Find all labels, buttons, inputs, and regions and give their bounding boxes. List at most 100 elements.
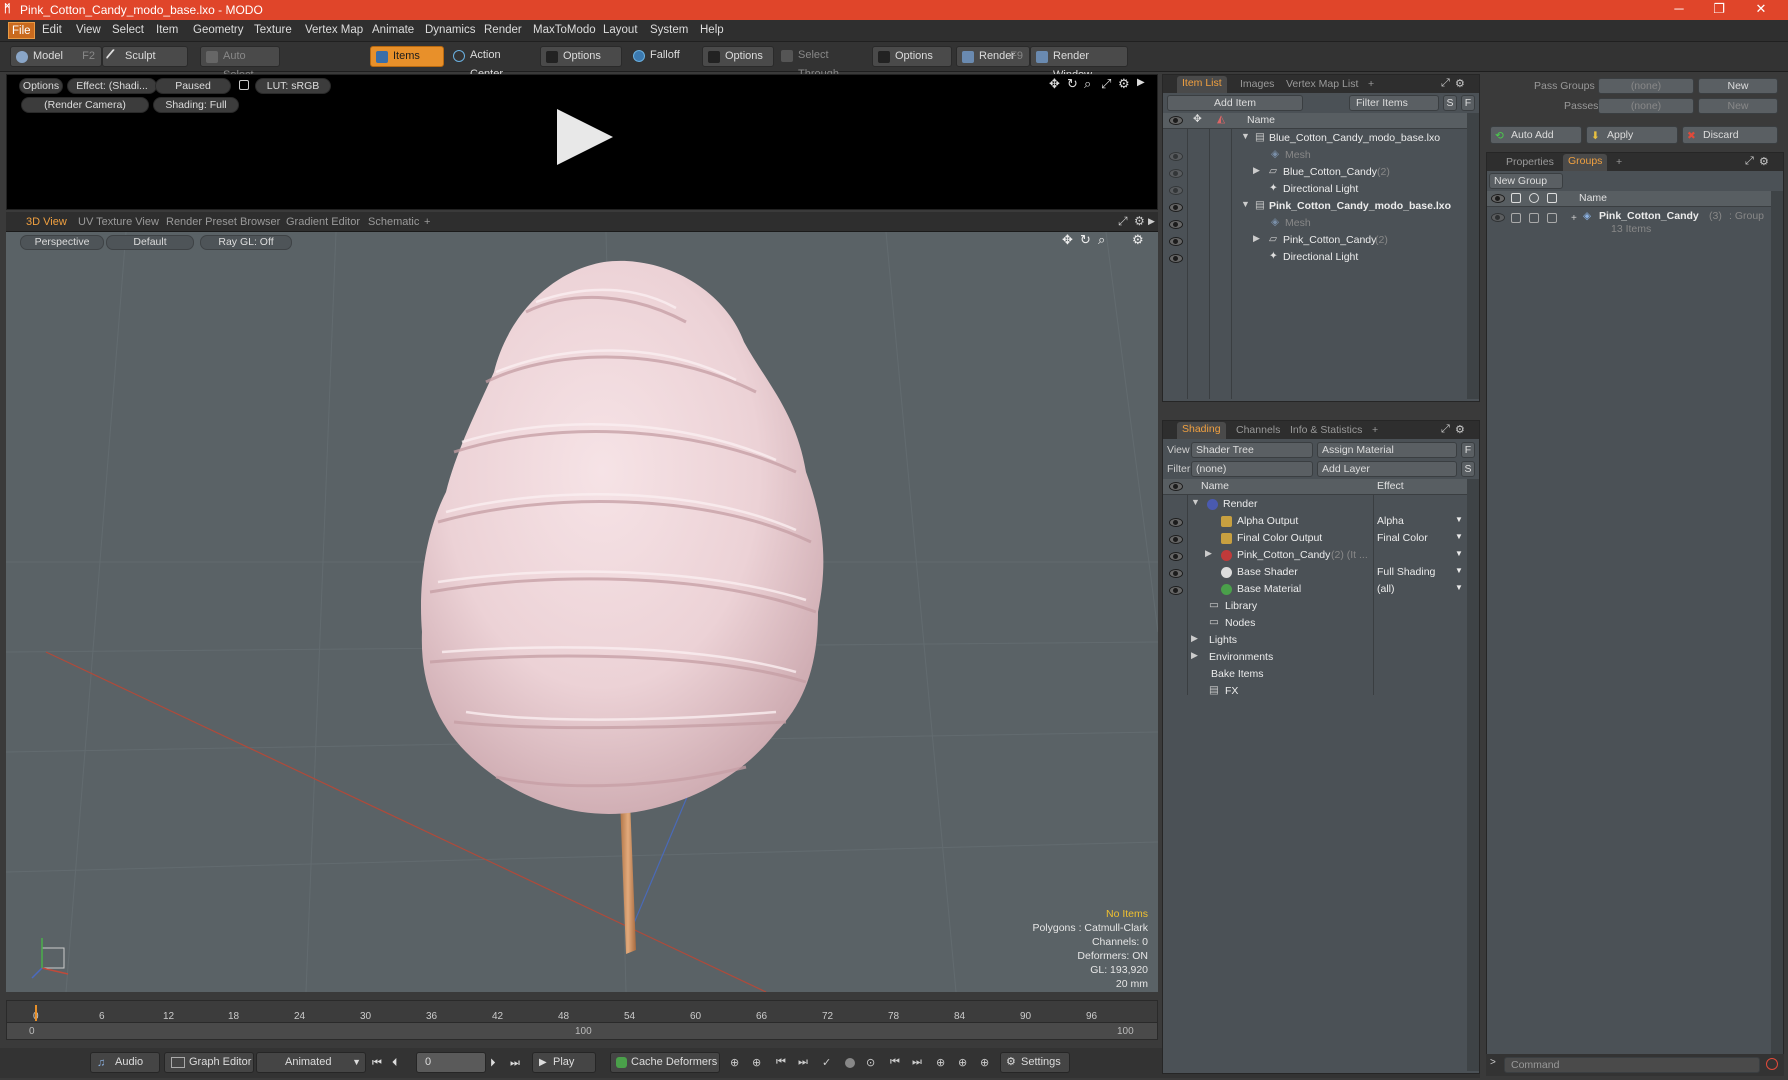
arrow-right-icon[interactable]: ▶	[1137, 77, 1145, 88]
shader-row[interactable]: Alpha Output Alpha ▼	[1163, 514, 1467, 531]
key3-icon[interactable]: ⊙	[866, 1056, 875, 1069]
gear-icon[interactable]: ⚙	[1118, 76, 1130, 92]
action-center-button[interactable]: Action Center	[448, 46, 534, 80]
frame-input[interactable]: 0	[416, 1052, 486, 1073]
key-icon[interactable]: ⊕	[730, 1056, 739, 1069]
tab-vertex-map-list[interactable]: Vertex Map List	[1281, 78, 1363, 90]
filter-dropdown[interactable]: (none)	[1191, 461, 1313, 477]
visibility-toggle-icon[interactable]	[1169, 552, 1183, 561]
stop-command-icon[interactable]	[1766, 1058, 1778, 1070]
graph-editor-button[interactable]: Graph Editor	[164, 1052, 254, 1073]
tab-item-list[interactable]: Item List	[1177, 76, 1227, 93]
visibility-toggle-icon[interactable]	[1169, 535, 1183, 544]
animated-dropdown[interactable]: Animated ▼	[256, 1052, 366, 1073]
select-toggle-icon[interactable]	[1529, 213, 1539, 223]
cache-deformers-button[interactable]: Cache Deformers	[610, 1052, 720, 1073]
menu-file[interactable]: File	[8, 22, 35, 39]
expand-arrow-icon[interactable]: ▶	[1205, 548, 1212, 559]
select-through-options-button[interactable]: Options	[872, 46, 952, 67]
preview-effect-dropdown[interactable]: Effect: (Shadi...	[67, 78, 157, 94]
shader-row[interactable]: ▭ Nodes	[1163, 616, 1467, 633]
visibility-toggle-icon[interactable]	[1169, 237, 1183, 246]
tab-info-statistics[interactable]: Info & Statistics	[1285, 424, 1367, 436]
default-dropdown[interactable]: Default	[106, 235, 194, 250]
shader-effect[interactable]: Alpha	[1377, 515, 1404, 527]
3d-viewport[interactable]: Perspective Default Ray GL: Off ✥ ↻ ⌕ ⚙ …	[6, 232, 1158, 992]
s-button[interactable]: S	[1461, 461, 1475, 477]
item-row[interactable]: ▼ ▤ Blue_Cotton_Candy_modo_base.lxo	[1163, 131, 1463, 148]
command-input[interactable]: Command	[1504, 1057, 1760, 1073]
visibility-toggle-icon[interactable]	[1169, 518, 1183, 527]
auto-add-button[interactable]: ⟲ Auto Add	[1490, 126, 1582, 144]
group-row[interactable]: + ◈ Pink_Cotton_Candy (3) : Group 13 Ite…	[1487, 209, 1771, 239]
item-row[interactable]: ✦ Directional Light	[1163, 182, 1463, 199]
apply-button[interactable]: ⬇ Apply	[1586, 126, 1678, 144]
render-button[interactable]: Render F9	[956, 46, 1030, 67]
tab-images[interactable]: Images	[1235, 78, 1279, 90]
name-column-header[interactable]: Name	[1579, 192, 1607, 204]
add-item-dropdown[interactable]: Add Item	[1167, 95, 1303, 111]
tab-schematic[interactable]: Schematic	[368, 216, 419, 228]
expand-plus-icon[interactable]: +	[1571, 213, 1577, 224]
f-button[interactable]: F	[1461, 95, 1475, 111]
key8-icon[interactable]: ⊕	[980, 1056, 989, 1069]
tab-shading[interactable]: Shading	[1177, 422, 1226, 439]
expand-arrow-icon[interactable]: ▶	[1253, 233, 1260, 244]
f-button[interactable]: F	[1461, 442, 1475, 458]
chevron-down-icon[interactable]: ▼	[1455, 515, 1463, 524]
collapse-arrow-icon[interactable]: ▼	[1241, 199, 1250, 209]
maximize-icon[interactable]: ❐	[1696, 1, 1742, 19]
expand-arrow-icon[interactable]: ▶	[1191, 650, 1198, 661]
effect-column-header[interactable]: Effect	[1377, 480, 1404, 492]
viewport-move-icon[interactable]: ✥	[1062, 232, 1073, 248]
preview-paused-button[interactable]: Paused	[155, 78, 231, 94]
key7-icon[interactable]: ⊕	[958, 1056, 967, 1069]
new-pass-button[interactable]: New	[1698, 98, 1778, 114]
auto-key-icon[interactable]: ✓	[822, 1056, 831, 1069]
item-row[interactable]: ◈ Mesh	[1163, 148, 1463, 165]
expand-icon[interactable]: ⤢	[1441, 77, 1450, 90]
tab-channels[interactable]: Channels	[1231, 424, 1285, 436]
discard-button[interactable]: ✖ Discard	[1682, 126, 1778, 144]
chevron-down-icon[interactable]: ▼	[1455, 583, 1463, 592]
preview-lut-button[interactable]: LUT: sRGB	[255, 78, 331, 94]
sculpt-mode-button[interactable]: Sculpt	[102, 46, 188, 67]
collapse-arrow-icon[interactable]: ▼	[1191, 497, 1200, 507]
skip-start-icon[interactable]: ⏮	[372, 1057, 382, 1070]
menu-layout[interactable]: Layout	[603, 24, 638, 36]
item-row[interactable]: ✦ Directional Light	[1163, 250, 1463, 267]
timeline-playhead[interactable]	[35, 1005, 37, 1021]
viewport-arrow-icon[interactable]: ▶	[1148, 216, 1155, 227]
preview-camera-dropdown[interactable]: (Render Camera)	[21, 97, 149, 113]
maximize-viewport-icon[interactable]: ⤢	[1118, 214, 1128, 229]
visibility-toggle-icon[interactable]	[1169, 586, 1183, 595]
menu-animate[interactable]: Animate	[372, 24, 414, 36]
tab-properties[interactable]: Properties	[1501, 156, 1559, 168]
item-row[interactable]: ▼ ▤ Pink_Cotton_Candy_modo_base.lxo	[1163, 199, 1463, 216]
visibility-toggle-icon[interactable]	[1169, 569, 1183, 578]
view-dropdown[interactable]: Shader Tree	[1191, 442, 1313, 458]
shader-row[interactable]: ▤ FX	[1163, 684, 1467, 701]
shader-row[interactable]: ▶ Lights	[1163, 633, 1467, 650]
chevron-down-icon[interactable]: ▼	[1455, 566, 1463, 575]
menu-render[interactable]: Render	[484, 24, 522, 36]
record-icon[interactable]	[845, 1058, 855, 1068]
collapse-arrow-icon[interactable]: ▼	[1241, 131, 1250, 141]
viewport-zoom-icon[interactable]: ⌕	[1098, 232, 1105, 248]
tab-3d-view[interactable]: 3D View	[26, 216, 67, 228]
zoom-icon[interactable]: ⌕	[1084, 76, 1091, 92]
shader-row[interactable]: ▭ Library	[1163, 599, 1467, 616]
preview-options-button[interactable]: Options	[19, 78, 63, 94]
prev-key-icon[interactable]: ⏮	[776, 1056, 786, 1069]
gear-icon[interactable]: ⚙	[1455, 77, 1465, 90]
key4-icon[interactable]: ⏮	[890, 1056, 900, 1069]
chevron-down-icon[interactable]: ▼	[1455, 549, 1463, 558]
visibility-toggle-icon[interactable]	[1169, 220, 1183, 229]
pass-groups-dropdown[interactable]: (none)	[1598, 78, 1694, 94]
maximize-view-icon[interactable]: ⤢	[1101, 76, 1111, 92]
falloff-button[interactable]: Falloff	[628, 46, 700, 67]
shader-row[interactable]: ▼ Render	[1163, 497, 1467, 514]
item-row[interactable]: ▶ ▱ Blue_Cotton_Candy (2)	[1163, 165, 1463, 182]
auto-select-button[interactable]: Auto Select	[200, 46, 280, 81]
step-back-icon[interactable]: ⏴	[392, 1057, 398, 1070]
